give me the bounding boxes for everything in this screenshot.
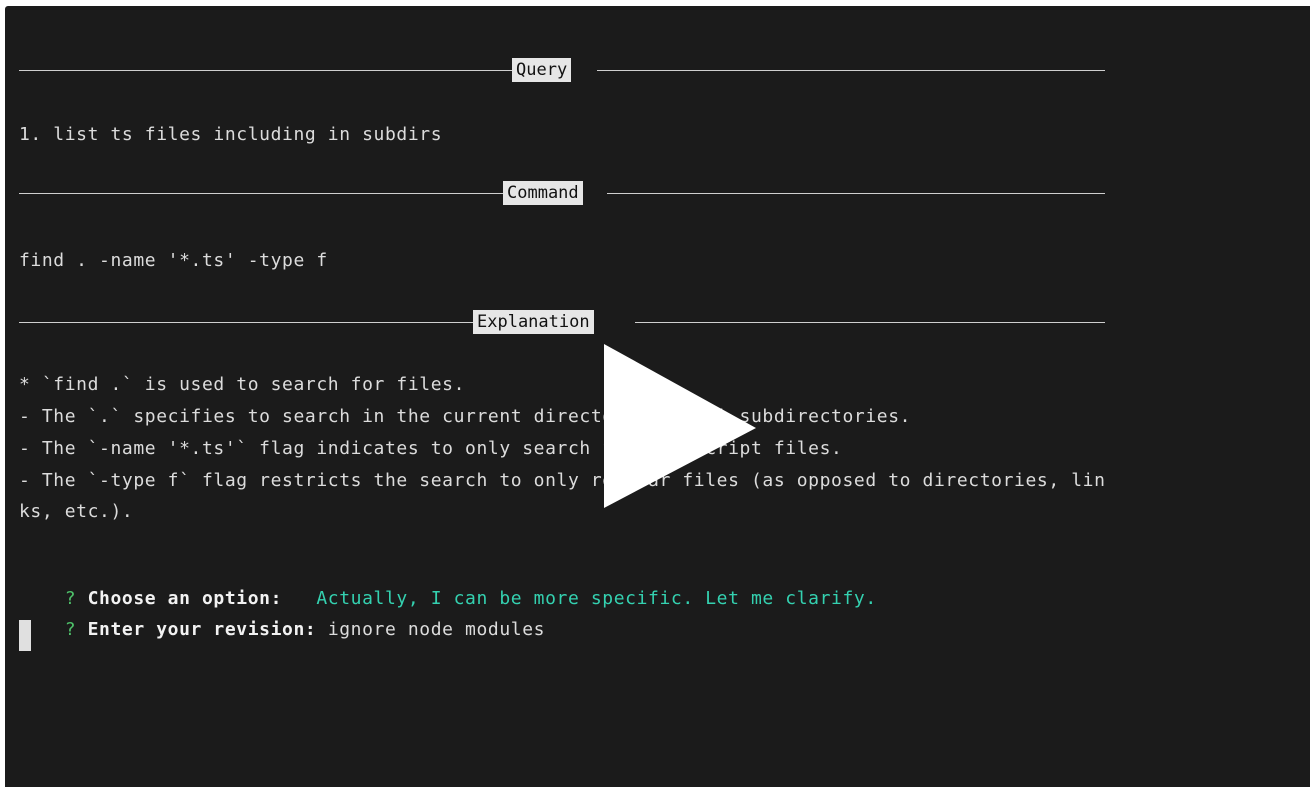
explanation-separator-left <box>19 322 473 323</box>
query-separator-right <box>597 70 1105 71</box>
query-item: 1. list ts files including in subdirs <box>19 124 443 145</box>
revision-prompt[interactable]: ? Enter your revision: ignore node modul… <box>19 594 545 640</box>
command-text: find . -name '*.ts' -type f <box>19 250 328 271</box>
play-icon[interactable] <box>596 340 766 510</box>
terminal-window[interactable]: Query 1. list ts files including in subd… <box>5 6 1310 787</box>
command-separator-right <box>607 193 1105 194</box>
choose-option-prompt[interactable]: ? Choose an option: Actually, I can be m… <box>19 563 877 609</box>
text-cursor <box>19 620 31 651</box>
revision-label: Enter your revision: <box>87 619 317 640</box>
command-section-title: Command <box>503 181 583 205</box>
query-section-title: Query <box>512 58 572 82</box>
explanation-line: - The `-type f` flag restricts the searc… <box>19 470 1106 491</box>
command-separator-left <box>19 193 503 194</box>
explanation-line: * `find .` is used to search for files. <box>19 374 466 395</box>
explanation-section-title: Explanation <box>473 310 594 334</box>
explanation-line: ks, etc.). <box>19 501 134 522</box>
prompt-marker: ? <box>64 619 77 640</box>
revision-input-value[interactable]: ignore node modules <box>328 619 545 640</box>
query-separator-left <box>19 70 512 71</box>
explanation-separator-right <box>635 322 1105 323</box>
explanation-line: - The `.` specifies to search in the cur… <box>19 406 912 427</box>
